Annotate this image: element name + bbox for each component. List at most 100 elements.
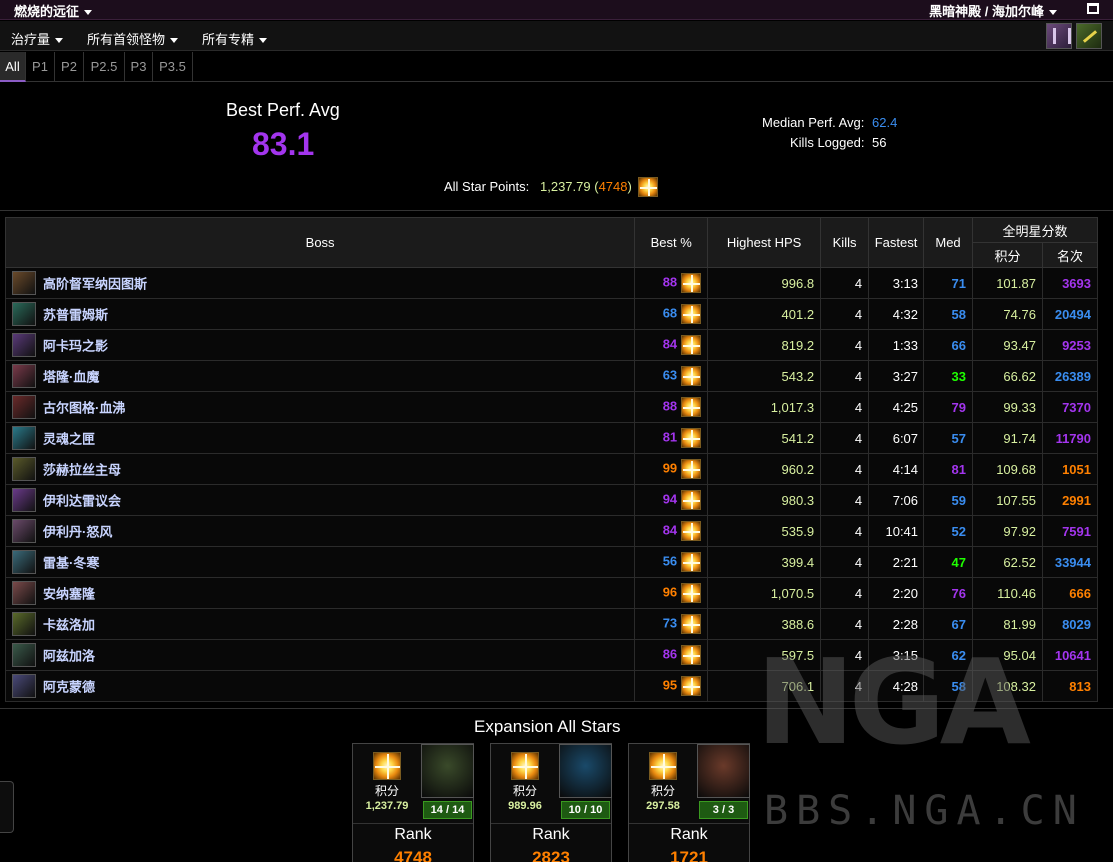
class-spec-icon[interactable]: [1046, 23, 1072, 49]
boss-name[interactable]: 古尔图格·血沸: [43, 401, 125, 416]
boss-cell[interactable]: 安纳塞隆: [4, 577, 636, 609]
tab-p2[interactable]: P2: [55, 52, 84, 82]
boss-name[interactable]: 塔隆·血魔: [43, 370, 99, 385]
table-row[interactable]: 伊利达雷议会 94 980.3 4 7:06 59 107.55 2991: [4, 484, 1099, 516]
all-star-rank[interactable]: 3693: [1041, 267, 1099, 299]
header-hps[interactable]: Highest HPS: [707, 217, 822, 268]
table-row[interactable]: 莎赫拉丝主母 99 960.2 4 4:14 81 109.68 1051: [4, 453, 1099, 485]
boss-cell[interactable]: 雷基·冬寒: [4, 546, 636, 578]
all-star-rank[interactable]: 9253: [1041, 329, 1099, 361]
raid-image-icon: [421, 744, 474, 798]
all-star-icon: [638, 177, 658, 197]
tab-p3-5[interactable]: P3.5: [153, 52, 193, 82]
table-row[interactable]: 古尔图格·血沸 88 1,017.3 4 4:25 79 99.33 7370: [4, 391, 1099, 423]
raid-card[interactable]: 积分 297.58 3 / 3 Rank 1721: [628, 743, 750, 862]
boss-name[interactable]: 阿兹加洛: [43, 649, 95, 664]
raid-card[interactable]: 积分 989.96 10 / 10 Rank 2823: [490, 743, 612, 862]
all-star-rank[interactable]: 10641: [1041, 639, 1099, 671]
boss-name[interactable]: 阿卡玛之影: [43, 339, 108, 354]
boss-name[interactable]: 卡兹洛加: [43, 618, 95, 633]
expansion-selector[interactable]: 燃烧的远征: [14, 1, 93, 20]
expansion-title: Expansion All Stars: [474, 717, 621, 736]
boss-table: Boss Best % Highest HPS Kills Fastest Me…: [4, 217, 1099, 702]
header-kills[interactable]: Kills: [820, 217, 870, 268]
header-points[interactable]: 积分: [972, 242, 1043, 268]
header-best[interactable]: Best %: [634, 217, 709, 268]
table-row[interactable]: 阿兹加洛 86 597.5 4 3:15 62 95.04 10641: [4, 639, 1099, 671]
best-percent: 56: [662, 553, 678, 569]
boss-name[interactable]: 伊利丹·怒风: [43, 525, 112, 540]
boss-cell[interactable]: 卡兹洛加: [4, 608, 636, 640]
boss-cell[interactable]: 阿兹加洛: [4, 639, 636, 671]
table-row[interactable]: 雷基·冬寒 56 399.4 4 2:21 47 62.52 33944: [4, 546, 1099, 578]
all-star-rank[interactable]: 813: [1041, 670, 1099, 702]
header-fastest[interactable]: Fastest: [868, 217, 925, 268]
boss-cell[interactable]: 苏普雷姆斯: [4, 298, 636, 330]
chevron-down-icon: [55, 38, 64, 44]
boss-cell[interactable]: 灵魂之匣: [4, 422, 636, 454]
boss-name[interactable]: 安纳塞隆: [43, 587, 95, 602]
all-star-rank[interactable]: 2991: [1041, 484, 1099, 516]
tab-p1[interactable]: P1: [26, 52, 55, 82]
server-selector[interactable]: 黑暗神殿 / 海加尔峰: [929, 1, 1057, 20]
boss-cell[interactable]: 塔隆·血魔: [4, 360, 636, 392]
tab-p2-5[interactable]: P2.5: [84, 52, 125, 82]
star-icon: [638, 177, 658, 197]
spec-dropdown[interactable]: 所有专精: [202, 29, 268, 48]
all-star-rank[interactable]: 7370: [1041, 391, 1099, 423]
all-star-rank[interactable]: 33944: [1041, 546, 1099, 578]
kills: 4: [820, 515, 870, 547]
expansion-all-stars: Expansion All Stars 积分 1,237.79 14 / 14 Ran…: [0, 708, 1113, 862]
all-star-rank[interactable]: 11790: [1041, 422, 1099, 454]
table-row[interactable]: 苏普雷姆斯 68 401.2 4 4:32 58 74.76 20494: [4, 298, 1099, 330]
boss-cell[interactable]: 古尔图格·血沸: [4, 391, 636, 423]
header-boss[interactable]: Boss: [4, 217, 636, 268]
boss-name[interactable]: 灵魂之匣: [43, 432, 95, 447]
all-star-rank[interactable]: 666: [1041, 577, 1099, 609]
boss-name[interactable]: 阿克蒙德: [43, 680, 95, 695]
all-star-rank[interactable]: 7591: [1041, 515, 1099, 547]
boss-name[interactable]: 伊利达雷议会: [43, 494, 121, 509]
boss-cell[interactable]: 伊利丹·怒风: [4, 515, 636, 547]
boss-cell[interactable]: 高阶督军纳因图斯: [4, 267, 636, 299]
table-row[interactable]: 阿克蒙德 95 706.1 4 4:28 58 108.32 813: [4, 670, 1099, 702]
boss-cell[interactable]: 莎赫拉丝主母: [4, 453, 636, 485]
top-bar: 燃烧的远征 黑暗神殿 / 海加尔峰: [0, 0, 1113, 20]
table-row[interactable]: 高阶督军纳因图斯 88 996.8 4 3:13 71 101.87 3693: [4, 267, 1099, 299]
table-row[interactable]: 卡兹洛加 73 388.6 4 2:28 67 81.99 8029: [4, 608, 1099, 640]
boss-name[interactable]: 莎赫拉丝主母: [43, 463, 121, 478]
table-row[interactable]: 灵魂之匣 81 541.2 4 6:07 57 91.74 11790: [4, 422, 1099, 454]
boss-cell[interactable]: 阿卡玛之影: [4, 329, 636, 361]
metric-dropdown[interactable]: 治疗量: [11, 29, 64, 48]
boss-name[interactable]: 雷基·冬寒: [43, 556, 99, 571]
boss-dropdown[interactable]: 所有首领怪物: [87, 29, 179, 48]
maximize-icon[interactable]: [1087, 3, 1099, 14]
median-perf-label: Median Perf. Avg:: [762, 115, 865, 130]
boss-cell[interactable]: 伊利达雷议会: [4, 484, 636, 516]
highest-hps: 1,017.3: [707, 391, 822, 423]
table-row[interactable]: 安纳塞隆 96 1,070.5 4 2:20 76 110.46 666: [4, 577, 1099, 609]
header-rank[interactable]: 名次: [1041, 242, 1099, 268]
boss-cell[interactable]: 阿克蒙德: [4, 670, 636, 702]
table-row[interactable]: 伊利丹·怒风 84 535.9 4 10:41 52 97.92 7591: [4, 515, 1099, 547]
tab-p3[interactable]: P3: [125, 52, 153, 82]
all-star-rank[interactable]: 26389: [1041, 360, 1099, 392]
best-cell: 94: [634, 484, 709, 516]
key-icon[interactable]: [1076, 23, 1102, 49]
tab-all[interactable]: All: [0, 52, 26, 82]
raid-rank-value: 2823: [532, 848, 570, 862]
all-star-rank[interactable]: 20494: [1041, 298, 1099, 330]
highest-hps: 401.2: [707, 298, 822, 330]
raid-points-label: 积分: [374, 784, 399, 798]
all-star-rank[interactable]: 1051: [1041, 453, 1099, 485]
all-star-rank[interactable]: 8029: [1041, 608, 1099, 640]
raid-card[interactable]: 积分 1,237.79 14 / 14 Rank 4748: [352, 743, 474, 862]
best-percent: 88: [662, 398, 678, 414]
fastest: 4:14: [868, 453, 925, 485]
table-row[interactable]: 塔隆·血魔 63 543.2 4 3:27 33 66.62 26389: [4, 360, 1099, 392]
boss-name[interactable]: 苏普雷姆斯: [43, 308, 108, 323]
boss-name[interactable]: 高阶督军纳因图斯: [43, 277, 147, 292]
kills-logged-label: Kills Logged:: [790, 135, 865, 150]
table-row[interactable]: 阿卡玛之影 84 819.2 4 1:33 66 93.47 9253: [4, 329, 1099, 361]
header-med[interactable]: Med: [923, 217, 973, 268]
